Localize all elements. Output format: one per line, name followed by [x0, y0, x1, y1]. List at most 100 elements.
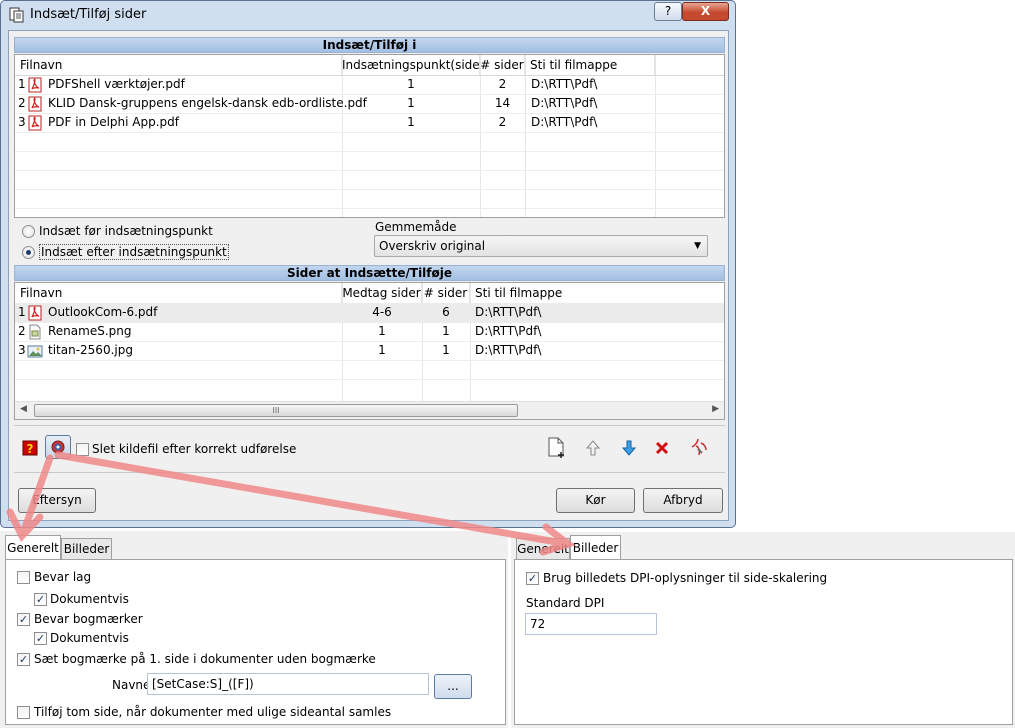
svg-text:?: ? [27, 442, 34, 456]
page-count-cell: 1 [442, 324, 450, 338]
photo-icon [27, 345, 43, 358]
column-header-filler [655, 55, 724, 75]
help-caption-button[interactable]: ? [654, 2, 682, 21]
file-name: PDF in Delphi App.pdf [48, 115, 179, 129]
standard-dpi-label: Standard DPI [526, 596, 605, 610]
name-label: Navne [112, 678, 151, 692]
dialog-client-area: Indsæt/Tilføj i Filnavn Indsætningspunkt… [8, 30, 729, 521]
column-header-page-count[interactable]: # sider [480, 55, 525, 75]
save-mode-dropdown[interactable]: Overskriv original ▼ [374, 235, 708, 257]
scroll-left-icon[interactable]: ◀ [20, 404, 27, 414]
tab-general[interactable]: Generelt [516, 538, 570, 559]
include-pages-cell[interactable]: 1 [342, 341, 422, 360]
keep-layers-label[interactable]: Bevar lag [34, 570, 91, 584]
clear-icon[interactable] [689, 437, 709, 457]
pdf-icon [28, 77, 42, 93]
doc-bookmarks-label[interactable]: Dokumentvis [50, 631, 129, 645]
doc-layers-checkbox[interactable]: ✓ [34, 593, 47, 606]
keep-bookmarks-label[interactable]: Bevar bogmærker [34, 612, 143, 626]
folder-path-cell: D:\RTT\Pdf\ [475, 324, 542, 338]
column-header-page-count[interactable]: # sider [422, 283, 470, 303]
include-pages-cell[interactable]: 1 [342, 322, 422, 341]
table-row[interactable]: 2 KLID Dansk-gruppens engelsk-dansk edb-… [15, 94, 724, 113]
insert-after-label[interactable]: Indsæt efter indsætningspunkt [39, 244, 229, 260]
grid-line [15, 379, 724, 380]
keep-bookmarks-checkbox[interactable]: ✓ [17, 613, 30, 626]
set-bookmark-label[interactable]: Sæt bogmærke på 1. side i dokumenter ude… [34, 652, 376, 666]
insert-before-radio[interactable] [22, 225, 35, 238]
pdf-icon [28, 96, 42, 112]
use-dpi-label[interactable]: Brug billedets DPI-oplysninger til side-… [543, 571, 827, 585]
settings-button[interactable] [45, 435, 71, 459]
tab-general[interactable]: Generelt [5, 535, 61, 559]
delete-source-checkbox[interactable] [76, 443, 89, 456]
tab-images[interactable]: Billeder [570, 535, 621, 559]
column-header-filename[interactable]: Filnavn [15, 283, 342, 303]
cancel-button[interactable]: Afbryd [643, 488, 723, 513]
save-mode-label: Gemmemåde [375, 220, 457, 234]
images-options-panel: Generelt Billeder ✓ Brug billedets DPI-o… [511, 532, 1015, 728]
insert-point-cell[interactable]: 1 [342, 94, 480, 113]
name-pattern-input[interactable]: [SetCase:S]_([F]) [147, 673, 429, 695]
app-icon [9, 7, 24, 23]
row-number: 2 [18, 324, 26, 338]
run-button[interactable]: Kør [556, 488, 635, 513]
add-blank-page-checkbox[interactable] [17, 706, 30, 719]
page-count-cell: 6 [442, 305, 450, 319]
delete-source-label[interactable]: Slet kildefil efter korrekt udførelse [92, 442, 296, 456]
insert-after-radio[interactable] [22, 246, 35, 259]
move-up-icon[interactable] [585, 439, 601, 457]
source-files-grid[interactable]: Filnavn Medtag sider # sider Sti til fil… [14, 282, 725, 420]
folder-path-cell: D:\RTT\Pdf\ [531, 96, 598, 110]
scroll-thumb[interactable]: III [34, 404, 518, 417]
tab-images[interactable]: Billeder [61, 538, 112, 559]
column-header-folder-path[interactable]: Sti til filmappe [470, 283, 724, 303]
doc-layers-label[interactable]: Dokumentvis [50, 592, 129, 606]
delete-icon[interactable] [654, 440, 670, 456]
pdf-icon [28, 115, 42, 131]
insert-point-cell[interactable]: 1 [342, 113, 480, 132]
column-header-insert-point[interactable]: Indsætningspunkt(side) [342, 55, 480, 75]
insert-point-cell[interactable]: 1 [342, 75, 480, 94]
column-header-include-pages[interactable]: Medtag sider [342, 283, 422, 303]
table-row[interactable]: 3 titan-2560.jpg 1 1 D:\RTT\Pdf\ [15, 341, 724, 360]
grid-line [15, 189, 724, 190]
table-row[interactable]: 2 RenameS.png 1 1 D:\RTT\Pdf\ [15, 322, 724, 341]
grid-line [15, 360, 724, 361]
use-dpi-checkbox[interactable]: ✓ [526, 572, 539, 585]
standard-dpi-input[interactable]: 72 [525, 613, 657, 635]
title-bar[interactable]: Indsæt/Tilføj sider ? X [1, 1, 735, 29]
column-header-filename[interactable]: Filnavn [15, 55, 342, 75]
scroll-right-icon[interactable]: ▶ [712, 404, 719, 414]
help-book-icon[interactable]: ? [21, 439, 39, 457]
close-caption-button[interactable]: X [682, 2, 729, 21]
table-row[interactable]: 1 PDFShell værktøjer.pdf 1 2 D:\RTT\Pdf\ [15, 75, 724, 94]
add-file-icon[interactable] [547, 437, 567, 459]
row-number: 3 [18, 115, 26, 129]
page-count-cell: 1 [442, 343, 450, 357]
file-name: titan-2560.jpg [48, 343, 133, 357]
image-file-icon [29, 324, 41, 340]
page-count-cell: 2 [498, 77, 507, 91]
browse-button[interactable]: ... [434, 674, 472, 699]
add-blank-page-label[interactable]: Tilføj tom side, når dokumenter med ulig… [34, 705, 391, 719]
keep-layers-checkbox[interactable] [17, 571, 30, 584]
file-name: RenameS.png [48, 324, 132, 338]
preview-button[interactable]: Eftersyn [18, 488, 96, 513]
settings-gear-icon [51, 440, 65, 454]
grid-line [15, 170, 724, 171]
horizontal-scrollbar[interactable]: ◀ III ▶ [15, 401, 724, 419]
doc-bookmarks-checkbox[interactable]: ✓ [34, 632, 47, 645]
page-count-cell: 2 [498, 115, 507, 129]
grid-line [15, 151, 724, 152]
insert-before-label[interactable]: Indsæt før indsætningspunkt [39, 224, 213, 238]
target-files-grid[interactable]: Filnavn Indsætningspunkt(side) # sider S… [14, 54, 725, 218]
set-bookmark-checkbox[interactable]: ✓ [17, 653, 30, 666]
move-down-icon[interactable] [621, 439, 637, 457]
table-row[interactable]: 3 PDF in Delphi App.pdf 1 2 D:\RTT\Pdf\ [15, 113, 724, 132]
include-pages-cell[interactable]: 4-6 [342, 303, 422, 322]
window-title: Indsæt/Tilføj sider [30, 7, 147, 22]
table-row[interactable]: 1 OutlookCom-6.pdf 4-6 6 D:\RTT\Pdf\ [15, 303, 724, 322]
insert-into-header: Indsæt/Tilføj i [14, 37, 725, 53]
column-header-folder-path[interactable]: Sti til filmappe [525, 55, 655, 75]
